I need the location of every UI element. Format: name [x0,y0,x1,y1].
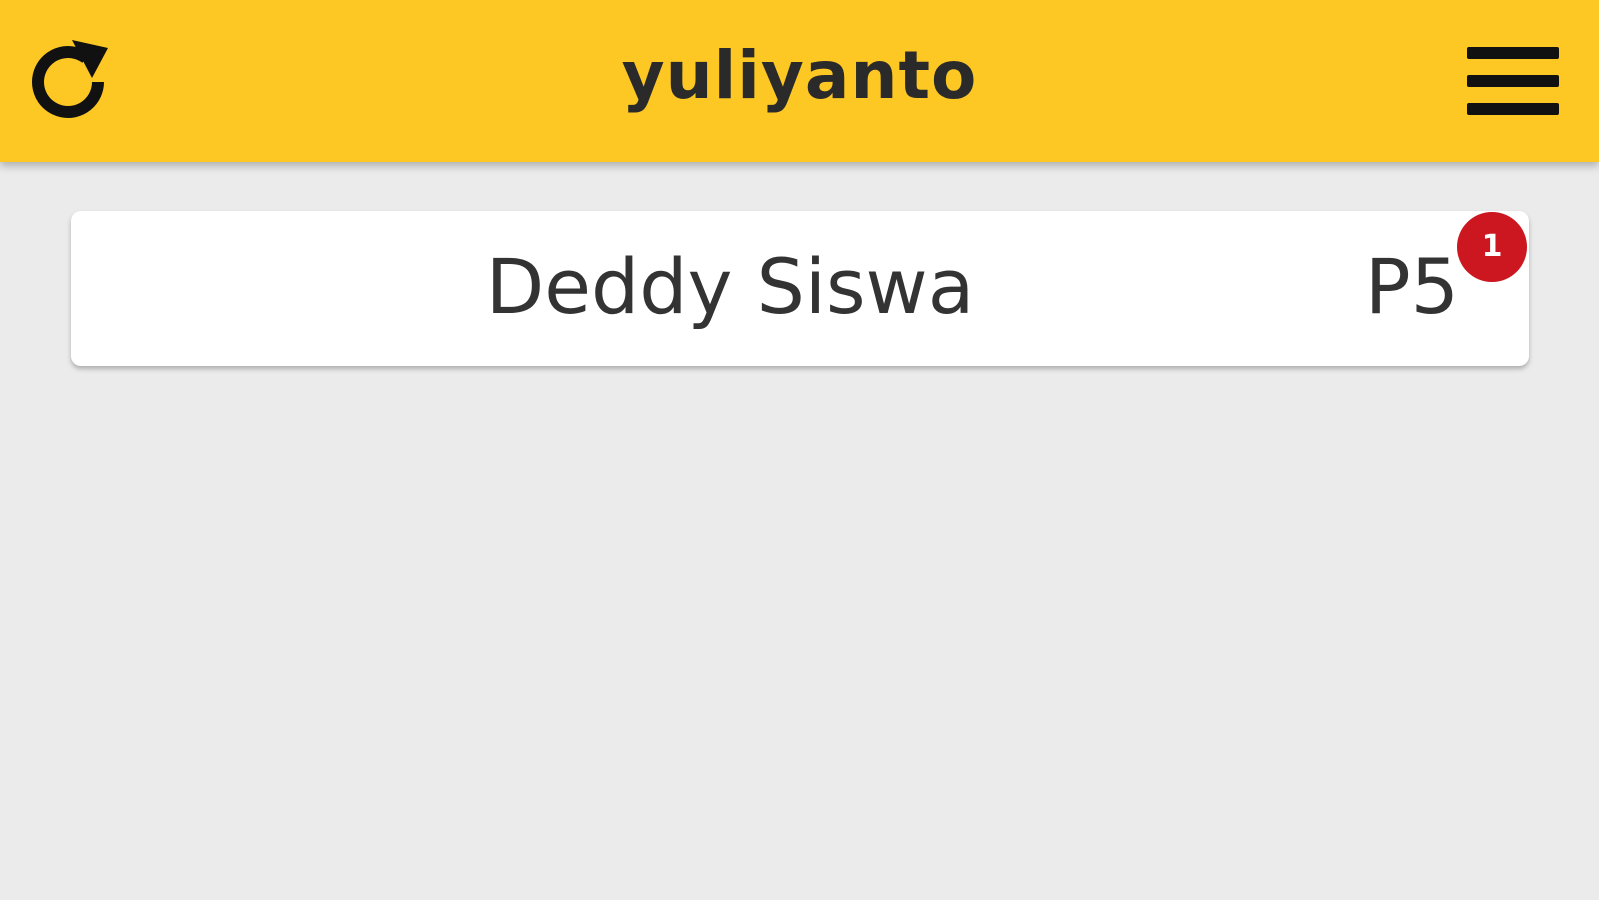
notification-badge: 1 [1457,212,1527,282]
main-content: Deddy Siswa P5 1 [0,162,1599,900]
page-title: yuliyanto [621,37,978,114]
item-code: P5 [1364,242,1459,331]
list-item[interactable]: Deddy Siswa P5 1 [71,211,1529,366]
app-header: yuliyanto [0,0,1599,162]
menu-button[interactable] [1458,34,1568,128]
hamburger-menu-icon [1467,47,1559,115]
item-name: Deddy Siswa [485,242,975,331]
